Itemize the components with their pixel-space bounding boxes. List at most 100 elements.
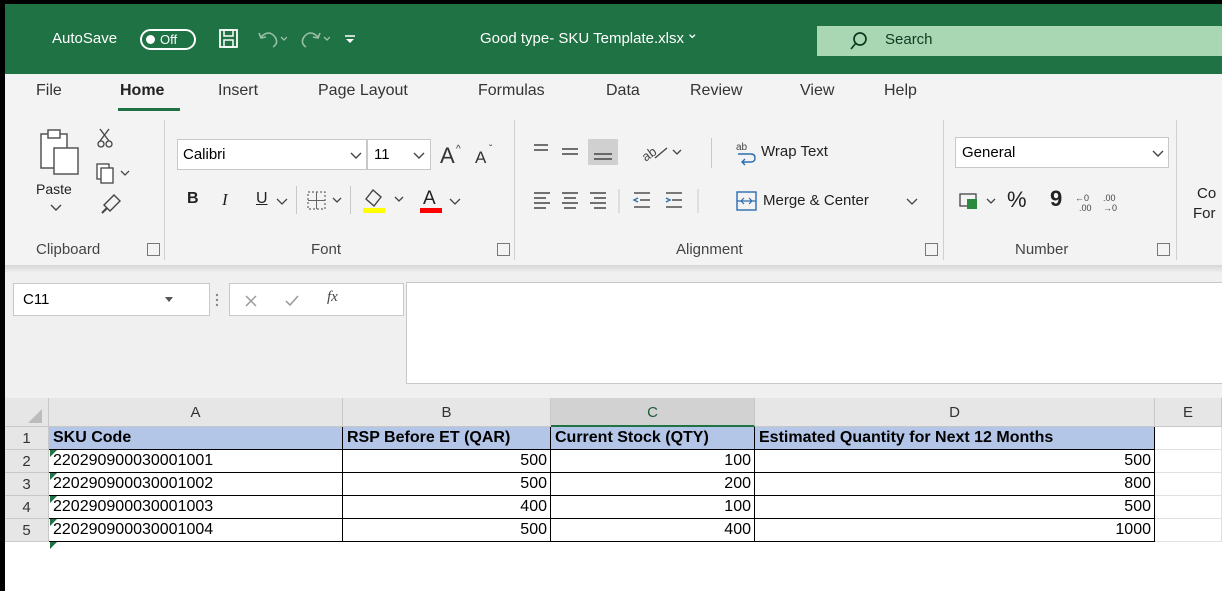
column-header-e[interactable]: E — [1155, 398, 1222, 427]
estimate-cell[interactable]: 500 — [755, 496, 1155, 519]
sku-cell[interactable]: 220290900030001001 — [49, 450, 343, 473]
row-header[interactable]: 2 — [5, 450, 49, 473]
wrap-text-icon[interactable]: ab — [735, 140, 759, 166]
column-header-c[interactable]: C — [551, 398, 755, 427]
copy-icon[interactable] — [95, 162, 135, 184]
filename-chevron-icon[interactable]: ⌄ — [686, 24, 699, 42]
format-painter-icon[interactable] — [100, 191, 124, 215]
horizontal-alignment-icons[interactable] — [530, 187, 730, 215]
rsp-cell[interactable]: 400 — [343, 496, 551, 519]
number-as-text-indicator — [50, 519, 57, 526]
tab-help[interactable]: Help — [884, 82, 917, 100]
tab-page-layout[interactable]: Page Layout — [318, 82, 408, 100]
tab-review[interactable]: Review — [690, 82, 742, 100]
header-cell-estimated-quantity[interactable]: Estimated Quantity for Next 12 Months — [755, 427, 1155, 450]
borders-icon[interactable] — [306, 190, 346, 212]
font-name-dropdown[interactable]: Calibri — [177, 139, 367, 170]
tab-formulas[interactable]: Formulas — [478, 82, 545, 100]
underline-button[interactable]: U — [256, 190, 268, 208]
comma-style-button[interactable]: 9 — [1050, 186, 1062, 212]
number-format-dropdown[interactable]: General — [955, 137, 1169, 168]
empty-cell[interactable] — [1155, 450, 1222, 473]
wrap-text-label[interactable]: Wrap Text — [761, 143, 828, 160]
svg-text:→0: →0 — [1103, 203, 1117, 213]
name-box[interactable]: C11 — [13, 283, 210, 316]
row-header[interactable]: 5 — [5, 519, 49, 542]
formula-input[interactable] — [406, 282, 1222, 384]
autosave-toggle[interactable]: Off — [140, 29, 196, 50]
merge-chevron-down-icon[interactable] — [906, 197, 918, 207]
tab-view[interactable]: View — [800, 82, 834, 100]
enter-check-icon[interactable] — [284, 294, 300, 308]
font-color-chevron-down-icon[interactable] — [449, 197, 461, 207]
conditional-formatting-label-line1[interactable]: Co — [1197, 185, 1216, 202]
stock-cell[interactable]: 200 — [551, 473, 755, 496]
estimate-cell[interactable]: 500 — [755, 450, 1155, 473]
number-dialog-launcher-icon[interactable] — [1157, 243, 1170, 256]
tab-home[interactable]: Home — [120, 82, 164, 100]
stock-cell[interactable]: 400 — [551, 519, 755, 542]
header-cell-sku-code[interactable]: SKU Code — [49, 427, 343, 450]
name-box-dropdown-icon[interactable] — [164, 296, 174, 304]
alignment-dialog-launcher-icon[interactable] — [925, 243, 938, 256]
tab-insert[interactable]: Insert — [218, 82, 258, 100]
tab-file[interactable]: File — [36, 82, 62, 100]
clipboard-dialog-launcher-icon[interactable] — [147, 243, 160, 256]
font-grow-shrink-icons[interactable]: A ^ A ˇ — [437, 139, 507, 169]
cut-icon[interactable] — [97, 128, 113, 148]
font-size-dropdown[interactable]: 11 — [367, 139, 431, 170]
row-header[interactable]: 4 — [5, 496, 49, 519]
cancel-icon[interactable] — [244, 294, 258, 308]
row-header[interactable]: 3 — [5, 473, 49, 496]
italic-button[interactable]: I — [222, 190, 228, 210]
merge-center-icon[interactable] — [735, 189, 759, 213]
customize-toolbar-icon[interactable] — [343, 32, 357, 46]
redo-icon[interactable] — [300, 29, 330, 49]
rsp-cell[interactable]: 500 — [343, 473, 551, 496]
empty-cell[interactable] — [1155, 427, 1222, 450]
fill-color-icon[interactable] — [360, 185, 410, 215]
formula-bar-grip-icon — [215, 293, 219, 307]
header-cell-current-stock[interactable]: Current Stock (QTY) — [551, 427, 755, 450]
percent-style-button[interactable]: % — [1007, 187, 1027, 213]
save-icon[interactable] — [218, 28, 240, 50]
paste-chevron-down-icon[interactable] — [50, 203, 62, 213]
bold-button[interactable]: B — [187, 190, 199, 208]
font-color-letter[interactable]: A — [423, 188, 436, 210]
paste-icon[interactable] — [38, 128, 82, 176]
empty-cell[interactable] — [1155, 519, 1222, 542]
file-name[interactable]: Good type- SKU Template.xlsx — [480, 30, 684, 47]
select-all-corner[interactable] — [5, 398, 49, 427]
conditional-formatting-label-line2[interactable]: For — [1193, 205, 1216, 222]
sku-cell[interactable]: 220290900030001003 — [49, 496, 343, 519]
column-header-b[interactable]: B — [343, 398, 551, 427]
row-header[interactable]: 1 — [5, 427, 49, 450]
estimate-cell[interactable]: 1000 — [755, 519, 1155, 542]
sku-cell[interactable]: 220290900030001002 — [49, 473, 343, 496]
underline-chevron-down-icon[interactable] — [276, 197, 288, 207]
empty-cell[interactable] — [1155, 496, 1222, 519]
tab-data[interactable]: Data — [606, 82, 640, 100]
paste-label[interactable]: Paste — [36, 181, 72, 197]
column-header-d[interactable]: D — [755, 398, 1155, 427]
chevron-down-icon — [413, 152, 425, 159]
merge-center-label[interactable]: Merge & Center — [763, 192, 869, 209]
stock-cell[interactable]: 100 — [551, 450, 755, 473]
undo-icon[interactable] — [257, 29, 287, 49]
empty-cell[interactable] — [1155, 473, 1222, 496]
header-cell-rsp[interactable]: RSP Before ET (QAR) — [343, 427, 551, 450]
font-dialog-launcher-icon[interactable] — [497, 243, 510, 256]
rsp-cell[interactable]: 500 — [343, 519, 551, 542]
rsp-cell[interactable]: 500 — [343, 450, 551, 473]
search-box[interactable]: Search — [817, 26, 1222, 56]
vertical-alignment-icons[interactable] — [530, 137, 630, 167]
column-header-a[interactable]: A — [49, 398, 343, 427]
orientation-icon[interactable]: ab — [639, 138, 689, 166]
decimal-increase-decrease-icons[interactable]: ←0 .00 .00 →0 — [1073, 190, 1133, 214]
stock-cell[interactable]: 100 — [551, 496, 755, 519]
sku-cell[interactable]: 220290900030001004 — [49, 519, 343, 542]
accounting-format-icon[interactable] — [957, 189, 1007, 215]
svg-text:^: ^ — [456, 144, 461, 155]
insert-function-icon[interactable]: fx — [327, 289, 338, 306]
estimate-cell[interactable]: 800 — [755, 473, 1155, 496]
